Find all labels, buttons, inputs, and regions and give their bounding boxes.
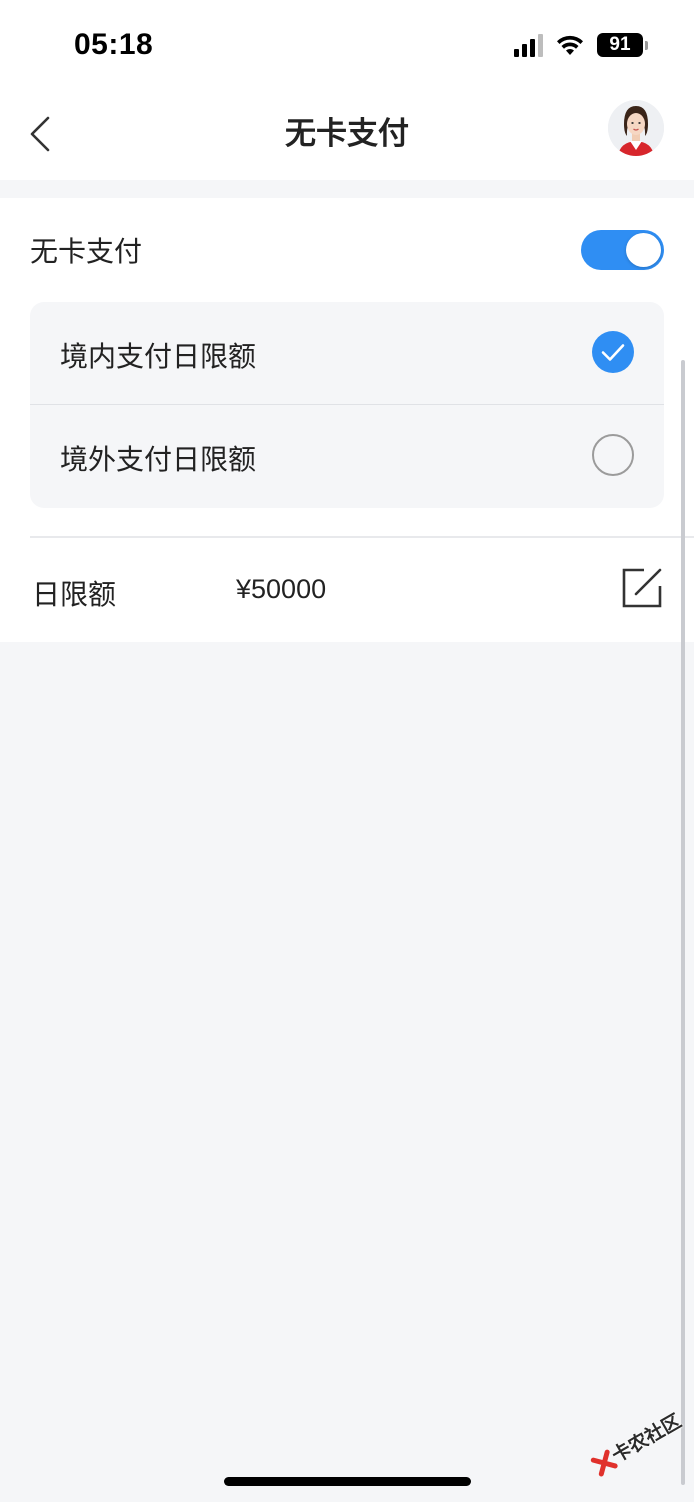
cardless-pay-label: 无卡支付 bbox=[30, 235, 143, 268]
toggle-knob bbox=[626, 233, 661, 267]
watermark-text: 卡农社区 bbox=[608, 1410, 686, 1468]
home-indicator[interactable] bbox=[224, 1477, 471, 1486]
status-time: 05:18 bbox=[74, 28, 154, 61]
cardless-pay-toggle[interactable] bbox=[581, 230, 664, 270]
status-bar: 05:18 91 bbox=[0, 0, 694, 90]
scrollbar[interactable] bbox=[681, 360, 685, 1485]
option-overseas-limit[interactable]: 境外支付日限额 bbox=[30, 405, 664, 507]
daily-limit-label: 日限额 bbox=[32, 578, 117, 611]
edit-icon bbox=[622, 568, 662, 608]
daily-limit-row: 日限额 ¥50000 bbox=[0, 538, 694, 642]
watermark: 卡农社区 bbox=[579, 1392, 694, 1502]
cardless-pay-row: 无卡支付 bbox=[0, 198, 694, 302]
checkmark-icon[interactable] bbox=[592, 331, 634, 373]
page-title: 无卡支付 bbox=[285, 116, 409, 152]
daily-limit-value: ¥50000 bbox=[236, 574, 327, 604]
edit-limit-button[interactable] bbox=[620, 566, 664, 610]
radio-unchecked-icon[interactable] bbox=[592, 434, 634, 476]
option-domestic-limit[interactable]: 境内支付日限额 bbox=[30, 302, 664, 404]
cellular-signal-icon bbox=[514, 33, 543, 57]
limit-type-options: 境内支付日限额 境外支付日限额 bbox=[30, 302, 664, 508]
settings-card: 无卡支付 境内支付日限额 境外支付日限额 日限额 ¥50000 bbox=[0, 198, 694, 642]
wifi-icon bbox=[557, 35, 583, 55]
battery-level: 91 bbox=[597, 33, 643, 57]
option-label: 境内支付日限额 bbox=[60, 340, 257, 373]
customer-service-avatar[interactable] bbox=[608, 100, 664, 156]
battery-icon: 91 bbox=[597, 33, 648, 57]
status-icons: 91 bbox=[514, 30, 648, 60]
nav-bar: 无卡支付 bbox=[0, 90, 694, 180]
option-label: 境外支付日限额 bbox=[60, 443, 257, 476]
